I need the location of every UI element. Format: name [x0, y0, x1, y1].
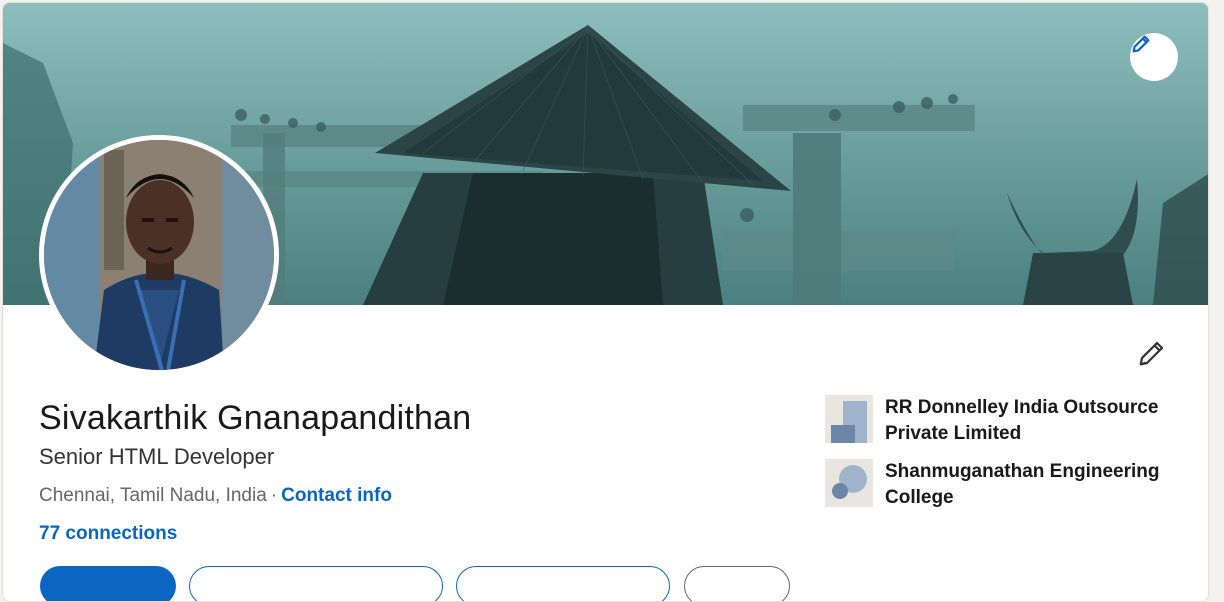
profile-name: Sivakarthik Gnanapandithan	[39, 399, 472, 437]
location-text: Chennai, Tamil Nadu, India	[39, 485, 267, 506]
profile-photo-illustration	[44, 140, 274, 370]
add-profile-section-button[interactable]	[189, 566, 443, 601]
education-item[interactable]: Shanmuganathan Engineering College	[825, 459, 1185, 511]
profile-card: Sivakarthik Gnanapandithan Senior HTML D…	[2, 2, 1209, 602]
separator: ·	[270, 485, 278, 506]
education-school[interactable]: Shanmuganathan Engineering College	[885, 459, 1185, 511]
contact-info-link[interactable]: Contact info	[281, 485, 392, 506]
experience-item[interactable]: RR Donnelley India Outsource Private Lim…	[825, 395, 1185, 447]
profile-photo	[44, 140, 274, 370]
profile-headline: Senior HTML Developer	[39, 444, 275, 469]
school-logo-graphic	[825, 459, 873, 507]
more-button[interactable]	[684, 566, 790, 601]
connections-link[interactable]: 77 connections	[39, 523, 177, 545]
pencil-icon	[1139, 341, 1164, 366]
edit-intro-button[interactable]	[1132, 333, 1172, 373]
enhance-profile-button[interactable]	[456, 566, 670, 601]
edit-cover-button[interactable]	[1130, 33, 1178, 81]
pencil-icon	[1132, 35, 1150, 53]
avatar[interactable]	[39, 135, 279, 375]
school-logo	[825, 459, 873, 507]
company-logo-graphic	[825, 395, 873, 443]
experience-company[interactable]: RR Donnelley India Outsource Private Lim…	[885, 395, 1185, 447]
location-row: Chennai, Tamil Nadu, India · Contact info	[39, 485, 392, 507]
company-logo	[825, 395, 873, 443]
open-to-button[interactable]	[40, 566, 176, 601]
